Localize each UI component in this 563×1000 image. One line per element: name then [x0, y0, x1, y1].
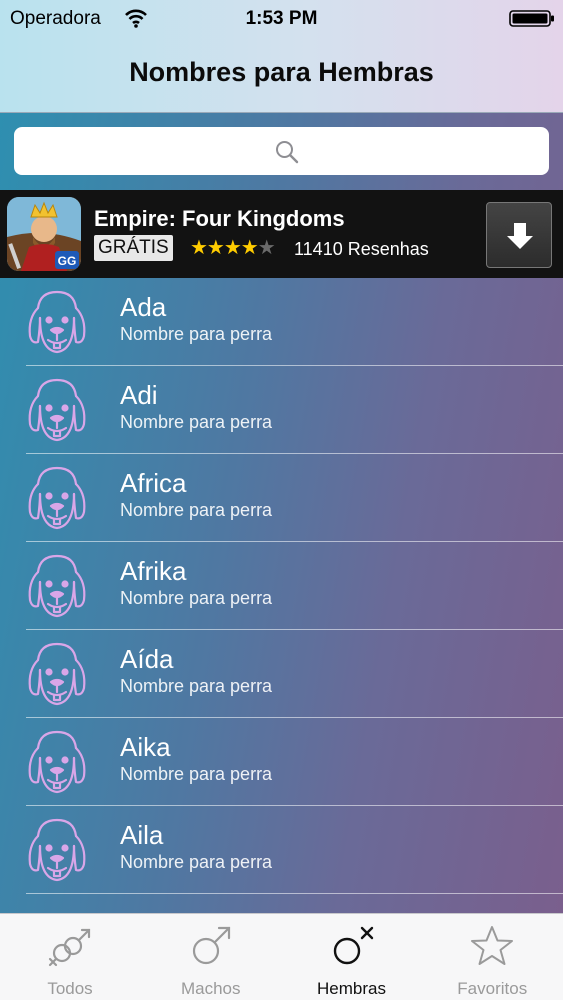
free-badge: GRÁTIS [94, 235, 173, 261]
download-arrow-icon [507, 223, 533, 249]
battery-icon [509, 10, 554, 27]
list-item[interactable]: Ada Nombre para perra [0, 278, 563, 366]
rating-stars-empty: ★ [257, 237, 276, 259]
item-subtitle: Nombre para perra [120, 852, 273, 872]
dog-face-icon [28, 290, 86, 354]
list-item[interactable]: Afrika Nombre para perra [0, 542, 563, 630]
tab-todos[interactable]: Todos [0, 914, 140, 1000]
review-count: 11410 Resenhas [294, 239, 429, 259]
item-name: Aika [120, 732, 171, 762]
tab-machos[interactable]: Machos [141, 914, 281, 1000]
tab-label: Todos [47, 979, 93, 998]
item-name: Afrika [120, 556, 187, 586]
item-subtitle: Nombre para perra [120, 412, 273, 432]
item-subtitle: Nombre para perra [120, 588, 273, 608]
ad-title[interactable]: Empire: Four Kingdoms [94, 206, 345, 232]
dog-face-icon [28, 730, 86, 794]
tab-label: Favoritos [457, 979, 528, 998]
item-name: Aída [120, 644, 174, 674]
dog-face-icon [28, 642, 86, 706]
empire-game-icon[interactable]: GG [7, 197, 81, 271]
female-symbol-icon [333, 926, 373, 965]
search-icon [276, 141, 299, 164]
status-bar: Operadora 1:53 PM [0, 0, 563, 38]
page-title: Nombres para Hembras [129, 57, 434, 87]
dog-face-icon [28, 554, 86, 618]
name-list: Ada Nombre para perra Adi Nombre para perra… [0, 278, 563, 894]
tab-bar: Todos Machos Hembras Favoritos [0, 913, 563, 1000]
item-subtitle: Nombre para perra [120, 324, 273, 344]
tab-hembras[interactable]: Hembras [282, 914, 422, 1000]
item-subtitle: Nombre para perra [120, 764, 273, 784]
dog-face-icon [28, 818, 86, 882]
tab-label: Machos [180, 979, 241, 998]
item-name: Africa [120, 468, 187, 498]
item-name: Ada [120, 292, 167, 322]
item-subtitle: Nombre para perra [120, 676, 273, 696]
star-icon [471, 926, 514, 965]
list-item[interactable]: Aída Nombre para perra [0, 630, 563, 718]
item-name: Aila [120, 820, 164, 850]
male-female-icon [48, 928, 91, 967]
tab-label: Hembras [317, 979, 386, 998]
search-bar[interactable] [14, 127, 549, 175]
list-item[interactable]: Aika Nombre para perra [0, 718, 563, 806]
tab-favoritos[interactable]: Favoritos [422, 914, 562, 1000]
item-subtitle: Nombre para perra [120, 500, 273, 520]
download-button[interactable] [486, 202, 552, 268]
dog-face-icon [28, 378, 86, 442]
rating-stars: ★★★★★ [190, 235, 276, 260]
list-item[interactable]: Africa Nombre para perra [0, 454, 563, 542]
ad-banner[interactable]: GG Empire: Four Kingdoms GRÁTIS ★★★★★ 11… [0, 190, 563, 278]
dog-face-icon [28, 466, 86, 530]
item-name: Adi [120, 380, 158, 410]
clock: 1:53 PM [245, 8, 318, 29]
male-symbol-icon [192, 926, 230, 965]
list-item[interactable]: Adi Nombre para perra [0, 366, 563, 454]
navigation-header: Operadora 1:53 PM Nombres para Hembras [0, 0, 563, 113]
content-area: GG Empire: Four Kingdoms GRÁTIS ★★★★★ 11… [0, 113, 563, 913]
rating-stars-filled: ★★★★ [190, 237, 259, 259]
list-item[interactable]: Aila Nombre para perra [0, 806, 563, 894]
svg-text:GG: GG [58, 254, 77, 268]
